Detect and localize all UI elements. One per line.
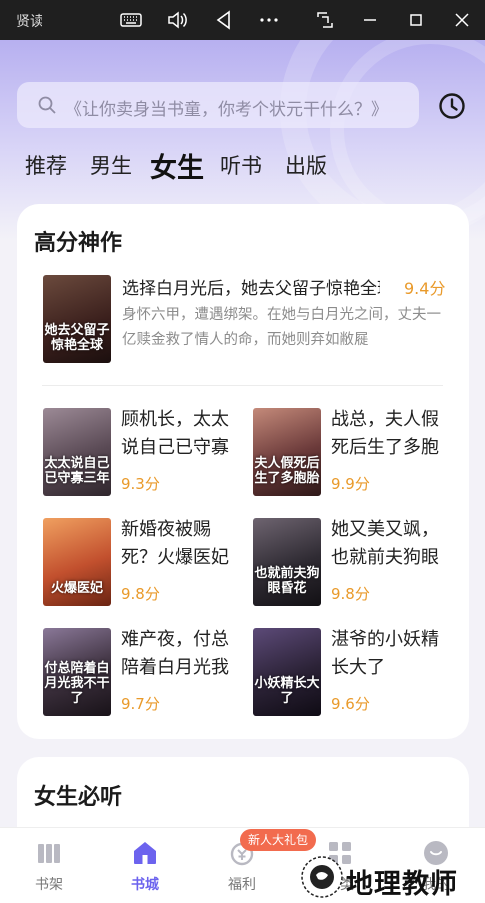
book-title: 新婚夜被赐死？火爆医妃 <box>121 519 229 568</box>
back-icon[interactable] <box>212 8 236 32</box>
store-icon <box>134 842 156 864</box>
book-cover[interactable]: 太太说自己已守寡三年 <box>43 408 111 496</box>
keyboard-icon[interactable] <box>119 8 143 32</box>
cover-title: 付总陪着白月光我不干了 <box>44 661 110 706</box>
divider <box>42 385 443 386</box>
watermark: 地理教师 <box>300 852 485 902</box>
tab-audiobook[interactable]: 听书 <box>220 150 262 180</box>
nav-label: 书架 <box>35 877 63 893</box>
nav-store[interactable]: 书城 <box>110 838 180 894</box>
cover-title: 火爆医妃 <box>50 581 103 596</box>
section-title: 高分神作 <box>34 231 123 256</box>
book-title: 顾机长，太太说自己已守寡三年 <box>121 409 229 458</box>
cover-title: 也就前夫狗眼昏花 <box>254 566 320 596</box>
cover-title: 夫人假死后生了多胞胎 <box>254 456 320 486</box>
close-icon[interactable] <box>450 8 474 32</box>
watermark-logo-icon <box>301 856 343 898</box>
book-score: 9.8分 <box>121 585 160 603</box>
book-cover[interactable]: 付总陪着白月光我不干了 <box>43 628 111 716</box>
history-clock-icon[interactable] <box>438 92 466 120</box>
book-cover[interactable]: 她去父留子惊艳全球 <box>43 275 111 363</box>
minimize-icon[interactable] <box>358 8 382 32</box>
maximize-icon[interactable] <box>404 8 428 32</box>
promo-badge[interactable]: 新人大礼包 <box>240 829 317 851</box>
screenshot-icon[interactable] <box>313 8 337 32</box>
book-title: 战总，夫人假死后生了多胞胎 <box>331 409 439 458</box>
book-title: 她又美又飒，也就前夫狗眼昏花 <box>331 519 439 568</box>
book-title: 选择白月光后，她去父留子惊艳全球 <box>122 279 380 299</box>
book-score: 9.9分 <box>331 475 370 493</box>
search-icon <box>37 95 57 115</box>
nav-label: 福利 <box>228 877 256 893</box>
book-title: 难产夜，付总陪着白月光我不干了 <box>121 629 229 678</box>
book-title: 湛爷的小妖精长大了 <box>331 629 439 678</box>
section-title: 女生必听 <box>34 785 123 810</box>
book-cover[interactable]: 夫人假死后生了多胞胎 <box>253 408 321 496</box>
tab-publishing[interactable]: 出版 <box>285 150 327 180</box>
cover-title: 太太说自己已守寡三年 <box>44 456 110 486</box>
search-bar[interactable]: 《让你卖身当书童，你考个状元干什么？》 <box>17 82 419 128</box>
cover-title: 小妖精长大了 <box>254 676 320 706</box>
top-rated-section: 高分神作 她去父留子惊艳全球 选择白月光后，她去父留子惊艳全球 9.4分 身怀六… <box>17 204 469 739</box>
more-icon[interactable] <box>257 8 281 32</box>
cover-title: 她去父留子惊艳全球 <box>44 323 110 353</box>
window-titlebar: 贤读 <box>0 0 485 40</box>
tab-female[interactable]: 女生 <box>150 146 204 185</box>
tab-male[interactable]: 男生 <box>90 150 132 180</box>
bookshelf-icon <box>38 844 60 863</box>
volume-icon[interactable] <box>165 8 189 32</box>
book-cover[interactable]: 小妖精长大了 <box>253 628 321 716</box>
watermark-text: 地理教师 <box>346 869 458 900</box>
book-score: 9.4分 <box>404 279 446 298</box>
book-description: 身怀六甲，遭遇绑架。在她与白月光之间，丈夫一亿赎金救了情人的命，而她则弃如敝屣 <box>122 307 441 348</box>
search-placeholder: 《让你卖身当书童，你考个状元干什么？》 <box>65 100 388 120</box>
book-score: 9.7分 <box>121 695 160 713</box>
book-score: 9.3分 <box>121 475 160 493</box>
nav-label: 书城 <box>131 877 159 893</box>
book-cover[interactable]: 火爆医妃 <box>43 518 111 606</box>
book-score: 9.8分 <box>331 585 370 603</box>
app-name: 贤读 <box>16 14 42 30</box>
book-score: 9.6分 <box>331 695 370 713</box>
tab-recommend[interactable]: 推荐 <box>25 150 67 180</box>
book-cover[interactable]: 也就前夫狗眼昏花 <box>253 518 321 606</box>
nav-bookshelf[interactable]: 书架 <box>14 838 84 894</box>
